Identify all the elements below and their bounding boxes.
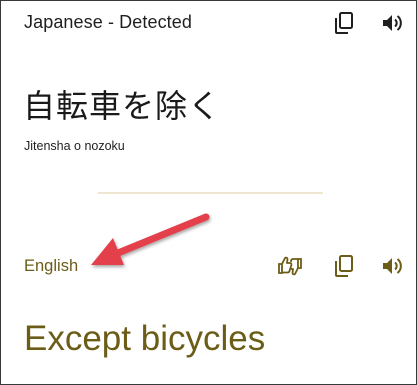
translated-text[interactable]: Except bicycles [24, 319, 265, 359]
romanization-text: Jitensha o nozoku [24, 139, 125, 153]
copy-icon [335, 12, 353, 34]
feedback-button[interactable] [275, 251, 305, 281]
target-language-label[interactable]: English [24, 257, 78, 276]
source-text[interactable]: 自転車を除く [23, 81, 221, 127]
target-copy-button[interactable] [329, 251, 359, 281]
copy-icon [335, 255, 353, 277]
source-copy-button[interactable] [329, 8, 359, 38]
source-language-label[interactable]: Japanese - Detected [24, 12, 192, 33]
target-speaker-button[interactable] [377, 251, 407, 281]
feedback-icon [278, 256, 302, 276]
speaker-icon [383, 258, 402, 274]
speaker-icon [383, 15, 402, 31]
translation-panel: Japanese - Detected 自転車を除く Jitensha o no… [0, 0, 417, 385]
source-speaker-button[interactable] [377, 8, 407, 38]
section-divider [98, 192, 323, 194]
